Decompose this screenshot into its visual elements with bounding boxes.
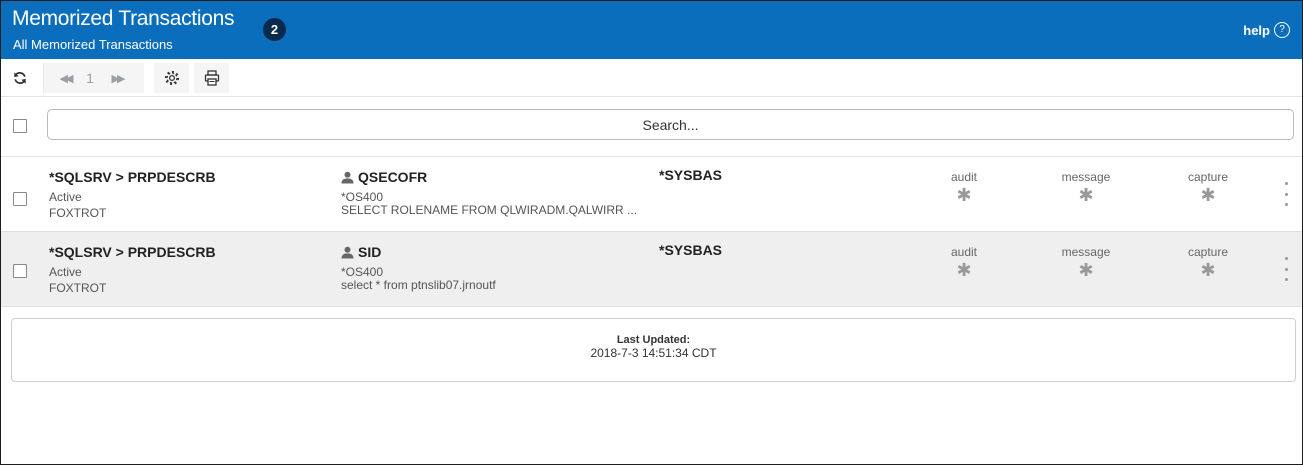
search-row: [1, 97, 1302, 157]
message-label: message: [1061, 245, 1111, 259]
last-updated-value: 2018-7-3 14:51:34 CDT: [590, 346, 717, 360]
user-name: QSECOFR: [358, 169, 428, 185]
app-frame: Memorized Transactions All Memorized Tra…: [0, 0, 1303, 465]
gear-icon: [164, 70, 180, 86]
user-type: *OS400: [341, 190, 384, 204]
audit-flag[interactable]: audit ✱: [924, 170, 1004, 204]
user-icon: [341, 246, 354, 259]
asterisk-icon: ✱: [956, 260, 972, 280]
asp-name: *SYSBAS: [659, 167, 723, 183]
toolbar: ◀◀ 1 ▶▶: [1, 59, 1302, 97]
transaction-name: *SQLSRV > PRPDESCRB: [49, 169, 216, 185]
first-page-button[interactable]: ◀◀: [54, 65, 76, 91]
printer-icon: [204, 70, 220, 86]
asterisk-icon: ✱: [956, 185, 972, 205]
audit-label: audit: [950, 170, 978, 184]
asp-name: *SYSBAS: [659, 242, 723, 258]
select-all-checkbox[interactable]: [13, 119, 27, 133]
user-name: SID: [358, 244, 382, 260]
asterisk-icon: ✱: [1200, 185, 1216, 205]
page-subtitle: All Memorized Transactions: [13, 37, 173, 52]
settings-button[interactable]: [159, 65, 185, 91]
capture-flag[interactable]: capture ✱: [1168, 170, 1248, 204]
double-right-arrow-icon: ▶▶: [111, 72, 126, 85]
transaction-row[interactable]: *SQLSRV > PRPDESCRB Active FOXTROT SID *…: [1, 232, 1302, 307]
user-info: SID: [341, 244, 381, 260]
sql-statement: select * from ptnslib07.jrnoutf: [341, 278, 496, 292]
transaction-name: *SQLSRV > PRPDESCRB: [49, 244, 216, 260]
asterisk-icon: ✱: [1200, 260, 1216, 280]
user-type: *OS400: [341, 265, 384, 279]
pager: ◀◀ 1 ▶▶: [44, 63, 144, 93]
asterisk-icon: ✱: [1078, 260, 1094, 280]
row-menu-icon[interactable]: [1280, 257, 1292, 281]
transaction-row[interactable]: *SQLSRV > PRPDESCRB Active FOXTROT QSECO…: [1, 157, 1302, 232]
system-name: FOXTROT: [49, 281, 107, 295]
last-updated-panel: Last Updated: 2018-7-3 14:51:34 CDT: [11, 318, 1296, 382]
page-number: 1: [82, 65, 98, 91]
row-checkbox[interactable]: [13, 192, 27, 206]
message-label: message: [1061, 170, 1111, 184]
print-button[interactable]: [199, 65, 225, 91]
row-menu-icon[interactable]: [1280, 182, 1292, 206]
message-flag[interactable]: message ✱: [1046, 245, 1126, 279]
status-text: Active: [49, 190, 82, 204]
help-icon: ?: [1274, 22, 1290, 38]
double-left-arrow-icon: ◀◀: [59, 72, 74, 85]
help-link[interactable]: help ?: [1243, 22, 1290, 38]
settings-group: [154, 63, 189, 93]
capture-label: capture: [1187, 170, 1229, 184]
count-badge: 2: [263, 18, 286, 41]
message-flag[interactable]: message ✱: [1046, 170, 1126, 204]
user-info: QSECOFR: [341, 169, 427, 185]
system-name: FOXTROT: [49, 206, 107, 220]
current-page: 1: [86, 70, 94, 86]
asterisk-icon: ✱: [1078, 185, 1094, 205]
refresh-button[interactable]: [7, 65, 33, 91]
last-updated-label: Last Updated:: [616, 334, 691, 346]
search-input[interactable]: [47, 109, 1294, 140]
page-title: Memorized Transactions: [12, 7, 235, 30]
sql-statement: SELECT ROLENAME FROM QLWIRADM.QALWIRR ..…: [341, 203, 638, 217]
audit-flag[interactable]: audit ✱: [924, 245, 1004, 279]
help-label: help: [1243, 22, 1270, 38]
print-group: [194, 63, 229, 93]
user-icon: [341, 171, 354, 184]
page-header: Memorized Transactions All Memorized Tra…: [1, 1, 1302, 59]
capture-label: capture: [1187, 245, 1229, 259]
capture-flag[interactable]: capture ✱: [1168, 245, 1248, 279]
audit-label: audit: [950, 245, 978, 259]
status-text: Active: [49, 265, 82, 279]
refresh-icon: [14, 72, 26, 84]
row-checkbox[interactable]: [13, 264, 27, 278]
next-page-button[interactable]: ▶▶: [106, 65, 128, 91]
